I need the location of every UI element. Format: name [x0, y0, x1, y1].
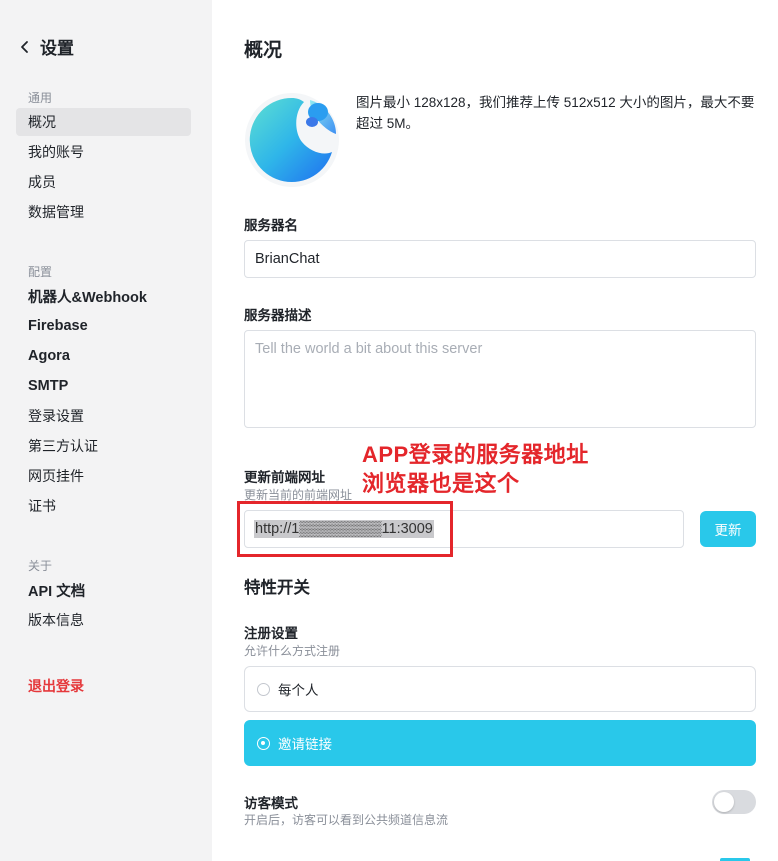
chevron-left-icon	[21, 40, 28, 53]
sidebar-item-agora[interactable]: Agora	[16, 342, 191, 370]
annotation-line-2: 浏览器也是这个	[362, 471, 520, 496]
register-option-everyone[interactable]: 每个人	[244, 666, 756, 712]
back-to-settings[interactable]: 设置	[18, 34, 74, 59]
features-title: 特性开关	[244, 579, 310, 597]
sidebar-item-members[interactable]: 成员	[16, 168, 191, 196]
annotation-line-1: APP登录的服务器地址	[362, 442, 589, 467]
update-url-button[interactable]: 更新	[700, 511, 756, 547]
sidebar-item-login-settings[interactable]: 登录设置	[16, 402, 191, 430]
section-label-config: 配置	[28, 265, 53, 279]
sidebar-item-smtp[interactable]: SMTP	[16, 372, 191, 400]
sidebar-item-api-docs[interactable]: API 文档	[16, 576, 191, 604]
sidebar-item-version-info[interactable]: 版本信息	[16, 606, 191, 634]
sidebar-item-data-management[interactable]: 数据管理	[16, 198, 191, 226]
register-settings-sub: 允许什么方式注册	[244, 644, 341, 658]
radio-unchecked-icon	[257, 682, 270, 696]
toggle-knob	[714, 792, 734, 812]
settings-sidebar: 设置 通用 概况 我的账号 成员 数据管理 配置 机器人&Webhook Fir…	[0, 0, 212, 861]
logout-button[interactable]: 退出登录	[16, 672, 191, 700]
server-name-label: 服务器名	[244, 218, 298, 233]
sidebar-item-web-widget[interactable]: 网页挂件	[16, 462, 191, 490]
section-label-general: 通用	[28, 91, 53, 105]
server-desc-label: 服务器描述	[244, 308, 312, 323]
sidebar-item-overview[interactable]: 概况	[16, 108, 191, 136]
sidebar-item-certificate[interactable]: 证书	[16, 492, 191, 520]
sidebar-title: 设置	[40, 39, 74, 58]
frontend-url-label: 更新前端网址	[244, 470, 325, 485]
overview-panel: 概况 图片最小 128x128，我们推荐上传 512x512 大小的图片，最大不…	[212, 0, 778, 861]
sidebar-item-my-account[interactable]: 我的账号	[16, 138, 191, 166]
sidebar-item-firebase[interactable]: Firebase	[16, 312, 191, 340]
annotation-box	[237, 501, 453, 557]
register-option-invite-link[interactable]: 邀请链接	[244, 720, 756, 766]
sidebar-item-bot-webhook[interactable]: 机器人&Webhook	[16, 282, 191, 310]
server-desc-textarea[interactable]	[244, 330, 756, 428]
section-label-about: 关于	[28, 559, 53, 573]
register-option-label: 邀请链接	[278, 737, 332, 752]
avatar-hint: 图片最小 128x128，我们推荐上传 512x512 大小的图片，最大不要超过…	[356, 95, 755, 131]
register-settings-label: 注册设置	[244, 626, 298, 641]
register-option-label: 每个人	[278, 683, 319, 698]
server-logo	[245, 93, 339, 187]
sidebar-item-third-party-auth[interactable]: 第三方认证	[16, 432, 191, 460]
guest-mode-sub: 开启后，访客可以看到公共频道信息流	[244, 813, 449, 827]
page-title: 概况	[244, 40, 283, 61]
server-avatar-upload[interactable]	[244, 92, 340, 188]
server-name-input[interactable]: BrianChat	[244, 240, 756, 278]
guest-mode-label: 访客模式	[244, 796, 298, 811]
radio-checked-icon	[257, 736, 270, 750]
guest-mode-toggle[interactable]	[712, 790, 756, 814]
